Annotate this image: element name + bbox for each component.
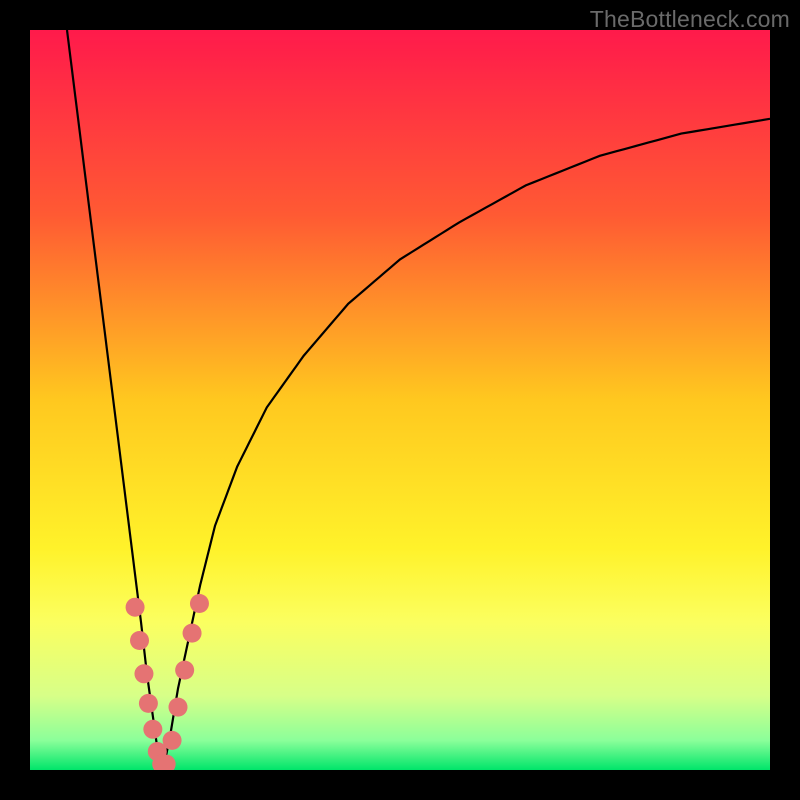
data-marker — [134, 664, 153, 683]
chart-svg — [30, 30, 770, 770]
data-marker — [126, 598, 145, 617]
plot-area — [30, 30, 770, 770]
watermark-text: TheBottleneck.com — [590, 6, 790, 33]
data-marker — [190, 594, 209, 613]
data-marker — [143, 720, 162, 739]
gradient-background — [30, 30, 770, 770]
chart-frame: TheBottleneck.com — [0, 0, 800, 800]
data-marker — [175, 661, 194, 680]
data-marker — [130, 631, 149, 650]
data-marker — [169, 698, 188, 717]
data-marker — [139, 694, 158, 713]
data-marker — [183, 624, 202, 643]
data-marker — [163, 731, 182, 750]
